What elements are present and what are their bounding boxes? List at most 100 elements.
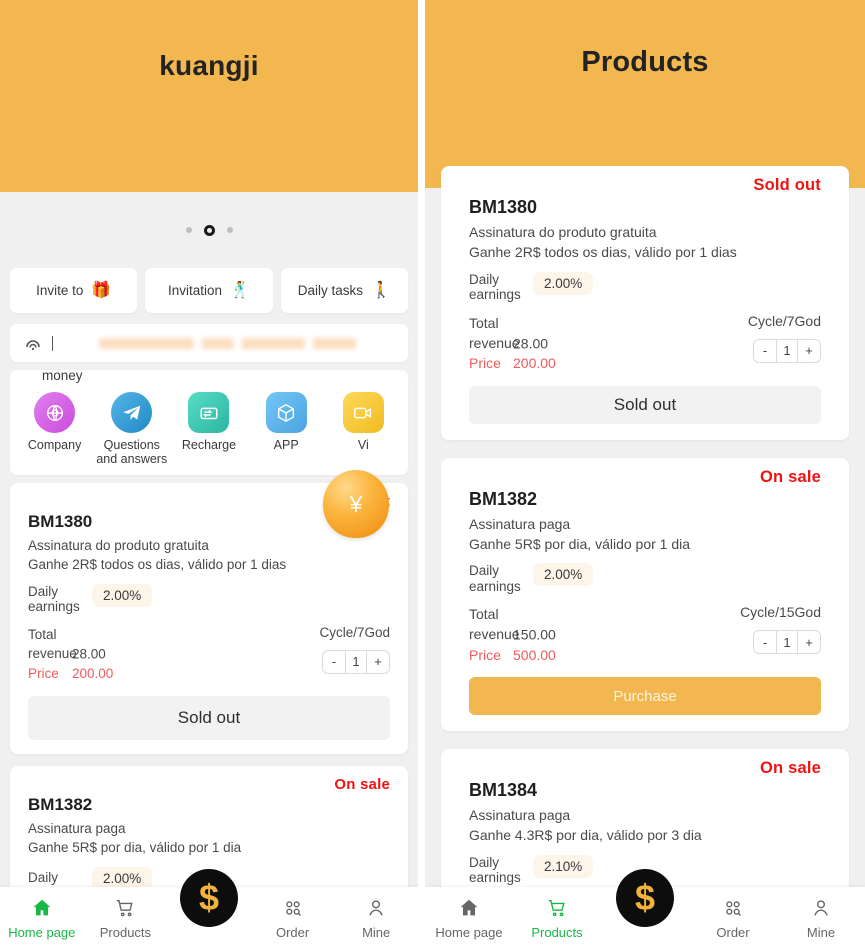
carousel-dot-3[interactable] [226, 227, 233, 233]
tab-label: Mine [362, 924, 391, 940]
gift-icon: 🎁 [91, 281, 112, 299]
icon-grid-card: money Company Questions and answers Rech… [10, 368, 408, 475]
tab-label: Order [716, 924, 750, 940]
product-desc-line2: Ganhe 5R$ por dia, válido por 1 dia [28, 840, 242, 856]
notice-marquee-text [99, 337, 384, 349]
daily-earnings-value: 2.00% [533, 271, 594, 295]
user-icon [810, 897, 832, 922]
product-meta-right: Cycle/7God - 1 + [748, 313, 821, 363]
purchase-button[interactable]: Purchase [469, 677, 821, 716]
stepper-plus-button[interactable]: + [798, 631, 820, 653]
icon-grid: Company Questions and answers Recharge A… [16, 376, 402, 467]
product-desc-line2: Ganhe 5R$ por dia, válido por 1 dia [469, 535, 691, 552]
coin-yen-icon[interactable]: ¥ [323, 470, 389, 538]
stepper-minus-button[interactable]: - [754, 340, 776, 362]
product-desc-line2: Ganhe 2R$ todos os dias, válido por 1 di… [469, 244, 737, 261]
tab-home-page[interactable]: Home page [0, 897, 84, 940]
megaphone-icon [24, 335, 42, 351]
money-label: money [42, 368, 83, 383]
icon-label: Questions and answers [96, 438, 168, 467]
cube-icon [265, 392, 307, 433]
carousel-dot-1[interactable] [185, 227, 192, 233]
daily-earnings-row: Daily earnings 2.00% [28, 583, 390, 615]
tab-home-page[interactable]: Home page [425, 897, 513, 940]
right-scroll-body: Products Sold out BM1380 Assinatura do p… [425, 0, 865, 949]
daily-earnings-label: Daily earnings [469, 563, 521, 594]
tab-mine[interactable]: Mine [777, 897, 865, 940]
icon-cell-questions-and-answers[interactable]: Questions and answers [96, 392, 168, 467]
person-icon: 🕺 [230, 281, 250, 299]
product-meta-left: Total revenue28.00 Price 200.00 [28, 625, 113, 684]
status-badge: On sale [759, 759, 821, 778]
product-card[interactable]: Sold out BM1380 Assinatura do produto gr… [441, 166, 849, 440]
quick-action-invite-to[interactable]: Invite to 🎁 [10, 268, 138, 313]
tab-order[interactable]: Order [251, 897, 335, 940]
icon-label: Recharge [181, 438, 237, 452]
product-meta-row: Total revenue150.00 Price 500.00 Cycle/15… [469, 604, 821, 665]
quantity-stepper[interactable]: - 1 + [322, 649, 390, 674]
tab-mine[interactable]: Mine [334, 897, 418, 940]
daily-earnings-row: Daily earnings 2.00% [469, 563, 821, 594]
product-card[interactable]: On sale BM1382 Assinatura paga Ganhe 5R$… [441, 457, 849, 732]
home-icon [458, 897, 480, 922]
product-desc-line2: Ganhe 4.3R$ por dia, válido por 3 dia [469, 827, 702, 844]
tab-products[interactable]: Products [513, 897, 601, 940]
stepper-value[interactable]: 1 [345, 650, 367, 673]
product-desc-line1: Assinatura paga [469, 515, 571, 532]
stepper-value[interactable]: 1 [776, 631, 798, 654]
left-phone-screen: kuangji Invite to 🎁 Invitation 🕺 Daily t… [0, 0, 418, 949]
status-badge: On sale [759, 467, 821, 486]
daily-earnings-label: Daily earnings [469, 271, 521, 303]
stepper-minus-button[interactable]: - [754, 631, 776, 653]
product-name: BM1380 [469, 197, 538, 217]
tab-label: Home page [435, 924, 503, 940]
sold-out-button[interactable]: Sold out [469, 385, 821, 424]
dollar-fab-button[interactable]: $ [180, 869, 238, 927]
carousel-dots[interactable] [0, 192, 418, 268]
dollar-fab-button[interactable]: $ [616, 869, 674, 927]
order-icon [722, 897, 744, 922]
order-icon [282, 897, 304, 922]
stepper-minus-button[interactable]: - [323, 651, 345, 673]
quick-action-row: Invite to 🎁 Invitation 🕺 Daily tasks 🚶 [0, 268, 418, 313]
icon-cell-video[interactable]: Vi [327, 392, 399, 467]
price-value: 200.00 [72, 666, 114, 682]
tab-products[interactable]: Products [84, 897, 168, 940]
quantity-stepper[interactable]: - 1 + [753, 338, 821, 363]
tab-label: Order [275, 924, 310, 940]
globe-icon [34, 392, 76, 433]
carousel-dot-2-active[interactable] [203, 224, 215, 236]
quantity-stepper[interactable]: - 1 + [753, 630, 821, 655]
daily-earnings-label: Daily [28, 870, 59, 886]
wallet-icon [188, 392, 230, 433]
tab-label: Home page [8, 924, 76, 940]
price-label: Price [469, 646, 501, 663]
status-badge: On sale [334, 775, 390, 793]
price-value: 200.00 [513, 355, 556, 372]
stepper-value[interactable]: 1 [776, 339, 798, 362]
product-name: BM1382 [28, 794, 93, 814]
icon-cell-app[interactable]: APP [250, 392, 322, 467]
notice-bar[interactable] [10, 324, 408, 362]
tab-order[interactable]: Order [689, 897, 777, 940]
total-revenue-label: Total revenue [469, 606, 520, 643]
left-header: kuangji [0, 0, 418, 192]
icon-cell-company[interactable]: Company [19, 392, 91, 467]
product-meta-right: Cycle/7God - 1 + [319, 625, 390, 674]
price-label: Price [28, 666, 59, 682]
sold-out-button[interactable]: Sold out [28, 695, 390, 740]
total-revenue-label: Total revenue [469, 314, 520, 351]
total-revenue-label: Total revenue [28, 626, 77, 662]
quick-action-label: Daily tasks [297, 283, 363, 298]
cart-icon [546, 897, 568, 922]
product-meta-row: Total revenue28.00 Price 200.00 Cycle/7Go… [469, 313, 821, 374]
icon-cell-recharge[interactable]: Recharge [173, 392, 245, 467]
right-phone-screen: Products Sold out BM1380 Assinatura do p… [425, 0, 865, 949]
stepper-plus-button[interactable]: + [367, 651, 389, 673]
quick-action-invitation[interactable]: Invitation 🕺 [145, 268, 273, 313]
product-desc-line1: Assinatura do produto gratuita [28, 537, 209, 553]
quick-action-daily-tasks[interactable]: Daily tasks 🚶 [280, 268, 408, 313]
icon-label: Company [27, 438, 82, 452]
stepper-plus-button[interactable]: + [798, 340, 820, 362]
tab-label: Products [99, 924, 152, 940]
